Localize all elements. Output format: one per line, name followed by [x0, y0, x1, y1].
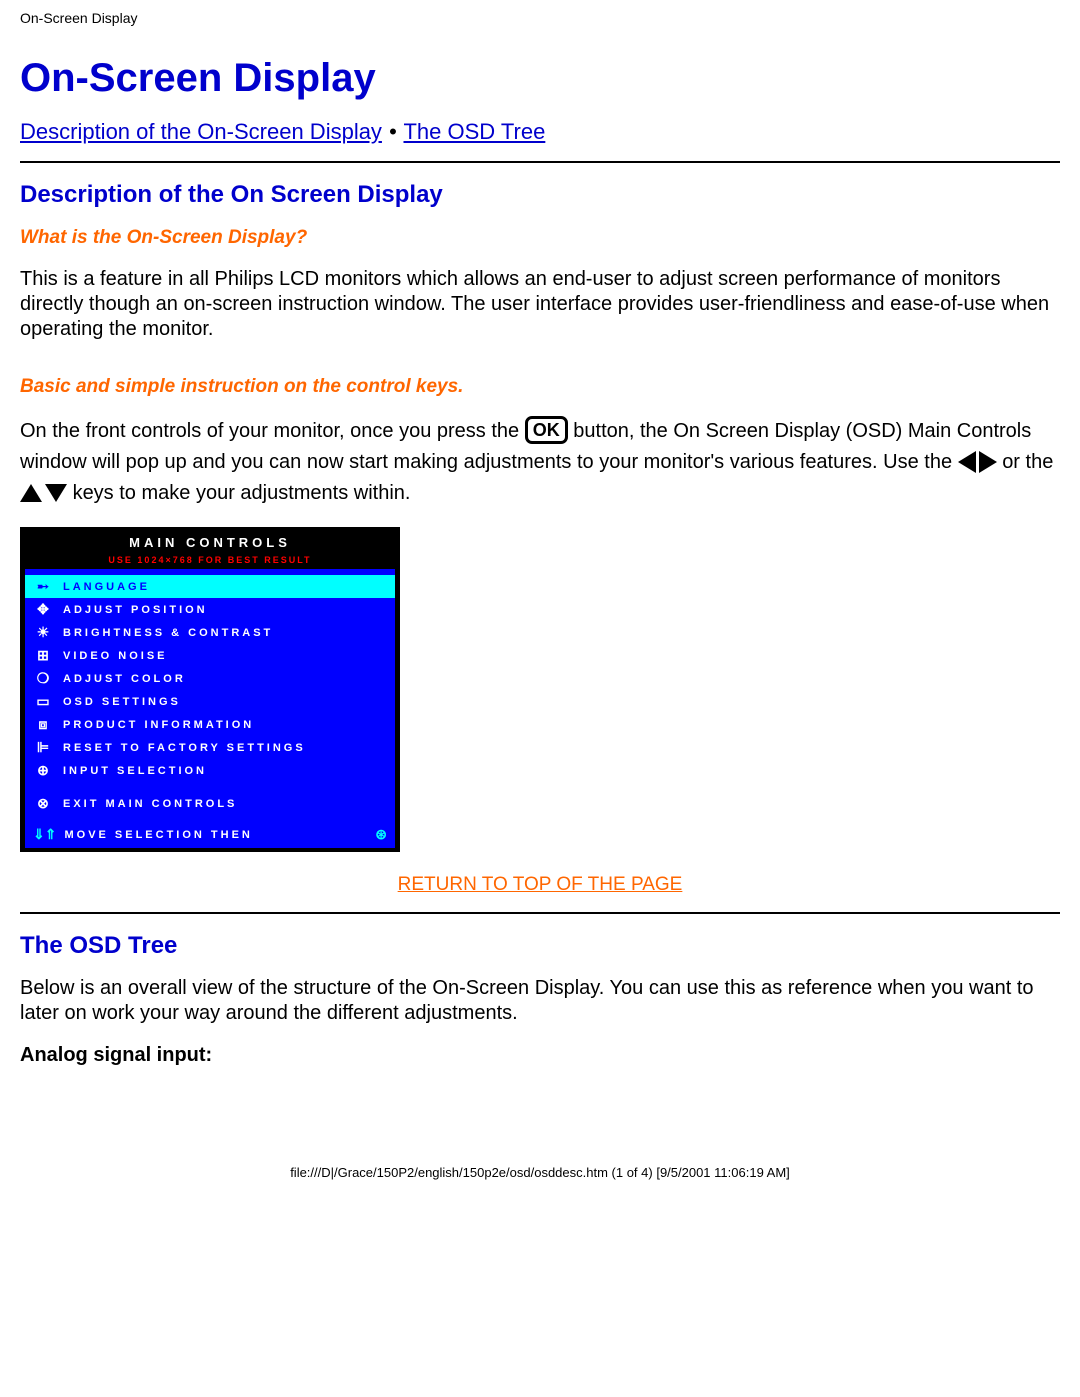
osd-item-exit: ⊗ EXIT MAIN CONTROLS — [25, 792, 395, 815]
osd-item-label: PRODUCT INFORMATION — [63, 719, 254, 731]
paragraph-osd-description: This is a feature in all Philips LCD mon… — [20, 267, 1060, 342]
osd-item-adjust-color: ❍ ADJUST COLOR — [25, 667, 395, 690]
osd-gap — [25, 782, 395, 792]
return-to-top: RETURN TO TOP OF THE PAGE — [20, 874, 1060, 896]
osd-resolution-tip: USE 1024×768 FOR BEST RESULT — [25, 553, 395, 569]
paragraph-osd-tree-intro: Below is an overall view of the structur… — [20, 976, 1060, 1026]
osd-item-adjust-position: ✥ ADJUST POSITION — [25, 598, 395, 621]
subheading-analog-input: Analog signal input: — [20, 1044, 1060, 1067]
osd-item-label: ADJUST POSITION — [63, 604, 208, 616]
anchor-nav: Description of the On-Screen Display • T… — [20, 119, 1060, 145]
osd-title: MAIN CONTROLS — [25, 531, 395, 553]
nav-link-osd-tree[interactable]: The OSD Tree — [403, 119, 545, 144]
page-content: On-Screen Display Description of the On-… — [0, 26, 1080, 1157]
osd-item-osd-settings: ▭ OSD SETTINGS — [25, 690, 395, 713]
nav-link-description[interactable]: Description of the On-Screen Display — [20, 119, 382, 144]
osd-item-label: ADJUST COLOR — [63, 673, 186, 685]
divider — [20, 161, 1060, 163]
osd-item-video-noise: ⊞ VIDEO NOISE — [25, 644, 395, 667]
osd-item-label: LANGUAGE — [63, 581, 150, 593]
reset-icon: ⊫ — [33, 739, 53, 756]
page-header-label: On-Screen Display — [0, 0, 1080, 26]
language-icon: ➸ — [33, 578, 53, 595]
page-footer-path: file:///D|/Grace/150P2/english/150p2e/os… — [0, 1157, 1080, 1190]
question-what-is-osd: What is the On-Screen Display? — [20, 227, 1060, 249]
return-to-top-link[interactable]: RETURN TO TOP OF THE PAGE — [398, 874, 683, 895]
up-down-arrows-icon — [20, 477, 67, 508]
section-heading-description: Description of the On Screen Display — [20, 181, 1060, 209]
osd-item-language: ➸ LANGUAGE — [25, 575, 395, 598]
instr-text-c: or the — [1002, 451, 1053, 473]
instr-text-a: On the front controls of your monitor, o… — [20, 420, 525, 442]
instr-text-d: keys to make your adjustments within. — [73, 482, 411, 504]
osd-item-input-selection: ⊕ INPUT SELECTION — [25, 759, 395, 782]
osd-item-label: VIDEO NOISE — [63, 650, 168, 662]
info-icon: ⧈ — [33, 716, 53, 733]
osd-item-brightness: ☀ BRIGHTNESS & CONTRAST — [25, 621, 395, 644]
settings-icon: ▭ — [33, 693, 53, 710]
paragraph-instructions: On the front controls of your monitor, o… — [20, 416, 1060, 509]
osd-item-label: INPUT SELECTION — [63, 765, 207, 777]
osd-item-product-info: ⧈ PRODUCT INFORMATION — [25, 713, 395, 736]
osd-item-factory-reset: ⊫ RESET TO FACTORY SETTINGS — [25, 736, 395, 759]
osd-footer-label: MOVE SELECTION THEN — [64, 829, 375, 841]
ok-icon: ⊛ — [375, 826, 387, 843]
osd-footer: ⇓⇑ MOVE SELECTION THEN ⊛ — [25, 821, 395, 848]
section-heading-osd-tree: The OSD Tree — [20, 932, 1060, 960]
move-selection-icon: ⇓⇑ — [33, 826, 56, 843]
nav-separator: • — [388, 119, 398, 144]
osd-item-label: RESET TO FACTORY SETTINGS — [63, 742, 306, 754]
input-icon: ⊕ — [33, 762, 53, 779]
osd-menu-body: ➸ LANGUAGE ✥ ADJUST POSITION ☀ BRIGHTNES… — [25, 569, 395, 821]
divider — [20, 912, 1060, 914]
osd-screenshot: MAIN CONTROLS USE 1024×768 FOR BEST RESU… — [20, 527, 400, 852]
brightness-icon: ☀ — [33, 624, 53, 641]
osd-item-label: OSD SETTINGS — [63, 696, 181, 708]
question-control-keys: Basic and simple instruction on the cont… — [20, 376, 1060, 398]
position-icon: ✥ — [33, 601, 53, 618]
color-icon: ❍ — [33, 670, 53, 687]
osd-item-label: EXIT MAIN CONTROLS — [63, 798, 237, 810]
ok-button-icon: OK — [525, 416, 568, 444]
video-noise-icon: ⊞ — [33, 647, 53, 664]
osd-item-label: BRIGHTNESS & CONTRAST — [63, 627, 273, 639]
exit-icon: ⊗ — [33, 795, 53, 812]
left-right-arrows-icon — [958, 446, 997, 477]
page-title: On-Screen Display — [20, 56, 1060, 101]
